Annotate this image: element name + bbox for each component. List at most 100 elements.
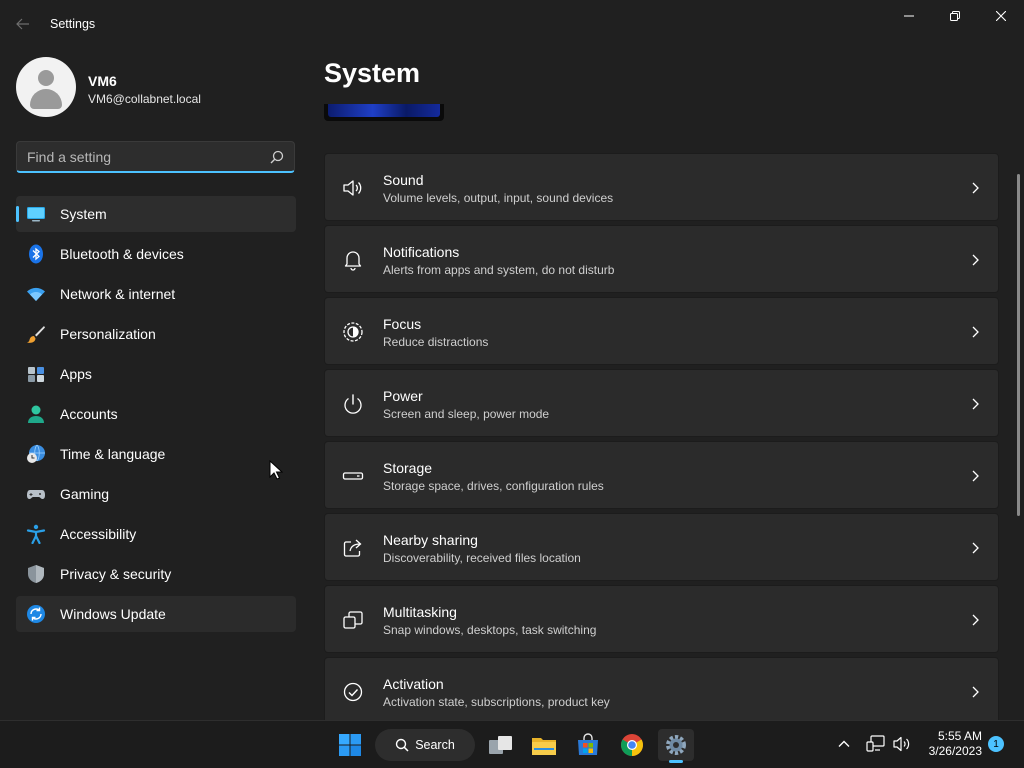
settings-card-activation[interactable]: Activation Activation state, subscriptio… [324,657,999,720]
card-title: Storage [383,460,433,476]
sidebar-item-system[interactable]: System [16,196,296,232]
sidebar-item-gaming[interactable]: Gaming [16,476,296,512]
settings-card-multitasking[interactable]: Multitasking Snap windows, desktops, tas… [324,585,999,653]
sidebar: VM6 VM6@collabnet.local System Bluetooth… [0,48,310,720]
chevron-right-icon [972,542,979,554]
sidebar-item-bluetooth[interactable]: Bluetooth & devices [16,236,296,272]
chevron-right-icon [972,182,979,194]
sidebar-item-windows-update[interactable]: Windows Update [16,596,296,632]
gear-icon [666,735,686,755]
search-icon[interactable] [270,150,284,164]
settings-list: Sound Volume levels, output, input, soun… [324,153,999,720]
card-title: Sound [383,172,424,188]
network-icon[interactable] [866,735,886,753]
card-subtitle: Activation state, subscriptions, product… [383,695,610,709]
microsoft-store-button[interactable] [574,729,602,761]
card-title: Focus [383,316,422,332]
settings-card-notifications[interactable]: Notifications Alerts from apps and syste… [324,225,999,293]
taskbar-search-label: Search [415,738,455,752]
card-title: Power [383,388,423,404]
chevron-right-icon [972,686,979,698]
sidebar-item-personalization[interactable]: Personalization [16,316,296,352]
bluetooth-icon [29,244,43,264]
settings-taskbar-button[interactable] [658,729,694,763]
sidebar-item-apps[interactable]: Apps [16,356,296,392]
sidebar-item-label: Privacy & security [60,566,172,582]
start-button[interactable] [334,729,366,761]
speaker-icon [343,180,362,196]
system-clock[interactable]: 5:55 AM 3/26/2023 [912,729,982,759]
avatar[interactable] [16,57,76,117]
minimize-button[interactable] [886,0,932,32]
chevron-right-icon [972,254,979,266]
chrome-icon [621,734,643,756]
storage-icon [342,472,364,480]
sidebar-item-accessibility[interactable]: Accessibility [16,516,296,552]
sidebar-item-time-language[interactable]: Time & language [16,436,296,472]
card-title: Activation [383,676,444,692]
person-icon [28,405,44,423]
arrow-left-icon [16,18,29,30]
sidebar-item-network[interactable]: Network & internet [16,276,296,312]
sidebar-item-label: Bluetooth & devices [60,246,184,262]
restore-icon [950,11,960,21]
card-title: Notifications [383,244,460,260]
chevron-right-icon [972,470,979,482]
mouse-cursor-icon [269,460,283,480]
notification-badge[interactable]: 1 [988,736,1004,752]
volume-icon[interactable] [892,735,912,753]
close-button[interactable] [978,0,1024,32]
settings-card-power[interactable]: Power Screen and sleep, power mode [324,369,999,437]
card-subtitle: Reduce distractions [383,335,489,349]
share-icon [343,539,362,557]
apps-icon [28,367,44,382]
search-box[interactable] [16,141,295,173]
settings-card-sound[interactable]: Sound Volume levels, output, input, soun… [324,153,999,221]
sidebar-item-label: Apps [60,366,92,382]
update-icon [27,605,45,623]
card-subtitle: Volume levels, output, input, sound devi… [383,191,614,205]
card-title: Multitasking [383,604,457,620]
chevron-right-icon [972,398,979,410]
title-bar: Settings [0,0,1024,48]
multitasking-icon [343,611,363,629]
back-button[interactable] [10,12,36,36]
page-title: System [324,58,421,88]
card-subtitle: Storage space, drives, configuration rul… [383,479,604,493]
close-icon [996,11,1006,21]
user-name: VM6 [88,73,117,89]
folder-icon [532,738,556,755]
settings-card-storage[interactable]: Storage Storage space, drives, configura… [324,441,999,509]
file-explorer-button[interactable] [530,729,558,761]
chevron-up-icon[interactable] [836,736,852,752]
sidebar-nav: System Bluetooth & devices Network & int… [16,196,296,636]
sidebar-item-label: Windows Update [60,606,166,622]
settings-card-focus[interactable]: Focus Reduce distractions [324,297,999,365]
scrollbar[interactable] [1017,174,1020,516]
task-view-button[interactable] [486,729,516,761]
clock-time: 5:55 AM [937,729,982,743]
clock-date: 3/26/2023 [928,744,982,758]
power-icon [344,394,362,414]
chevron-right-icon [972,614,979,626]
chrome-button[interactable] [618,729,646,761]
sidebar-item-label: Time & language [60,446,166,462]
taskbar-search-button[interactable]: Search [375,729,475,761]
sidebar-item-label: System [60,206,107,222]
avatar-body [30,89,62,109]
gamepad-icon [27,490,45,499]
system-icon [27,207,45,222]
sidebar-item-label: Accessibility [60,526,137,542]
bell-icon [344,251,362,271]
sidebar-item-label: Accounts [60,406,118,422]
card-subtitle: Discoverability, received files location [383,551,581,565]
restore-button[interactable] [932,0,978,32]
sidebar-item-privacy[interactable]: Privacy & security [16,556,296,592]
settings-card-nearby-sharing[interactable]: Nearby sharing Discoverability, received… [324,513,999,581]
search-input[interactable] [17,142,294,171]
focus-icon [343,322,363,342]
app-title: Settings [50,17,96,31]
sidebar-item-accounts[interactable]: Accounts [16,396,296,432]
user-email: VM6@collabnet.local [88,92,201,106]
card-subtitle: Snap windows, desktops, task switching [383,623,597,637]
